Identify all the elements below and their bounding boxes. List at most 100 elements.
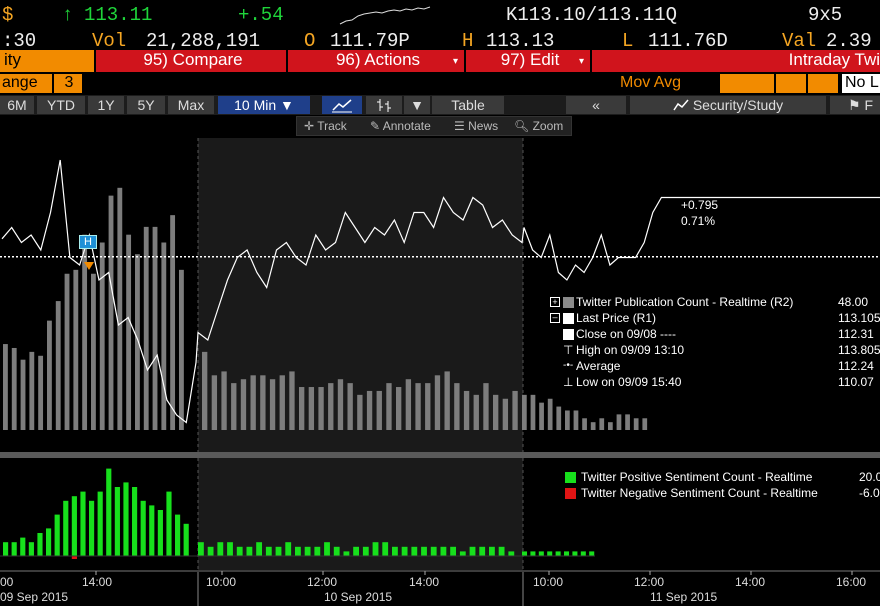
- publication-bar: [530, 394, 536, 430]
- positive-sentiment-bar: [80, 491, 86, 556]
- publication-bar: [357, 394, 363, 430]
- legend-name: High on 09/09 13:10: [576, 343, 685, 357]
- publication-bar: [590, 422, 596, 430]
- publication-bar: [347, 383, 353, 430]
- legend-swatch: [563, 329, 574, 340]
- positive-sentiment-bar: [132, 487, 138, 556]
- publication-bar: [29, 351, 35, 430]
- publication-bar: [250, 375, 256, 430]
- x-tick-label: 00: [0, 575, 14, 589]
- legend-name: Last Price (R1): [576, 311, 657, 325]
- positive-sentiment-bar: [589, 551, 595, 556]
- positive-sentiment-bar: [382, 542, 389, 556]
- positive-sentiment-bar: [564, 551, 570, 556]
- publication-bar: [135, 254, 140, 430]
- publication-bar: [117, 187, 123, 430]
- publication-bar: [633, 418, 639, 430]
- legend-value: -6.0: [859, 486, 880, 500]
- positive-sentiment-bar: [343, 551, 350, 556]
- legend-row-last-price[interactable]: – Last Price (R1) 113.105: [546, 311, 880, 327]
- positive-sentiment-bar: [498, 546, 505, 556]
- publication-bar: [434, 375, 441, 430]
- positive-sentiment-bar: [63, 500, 69, 556]
- x-tick-label: 12:00: [634, 575, 665, 589]
- positive-sentiment-bar: [217, 542, 224, 556]
- positive-sentiment-bar: [236, 546, 243, 556]
- publication-bar: [582, 418, 587, 430]
- positive-sentiment-bar: [479, 546, 486, 556]
- positive-sentiment-bar: [353, 546, 360, 556]
- positive-sentiment-bar: [285, 542, 292, 556]
- positive-sentiment-bar: [275, 546, 282, 556]
- minus-box-icon: –: [550, 313, 560, 323]
- publication-bar: [108, 195, 114, 430]
- positive-sentiment-bar: [246, 546, 253, 556]
- publication-bar: [91, 273, 96, 430]
- publication-bar: [211, 375, 218, 430]
- positive-sentiment-bar: [123, 482, 129, 556]
- publication-bar: [608, 422, 613, 430]
- publication-bar: [38, 355, 44, 430]
- positive-sentiment-bar: [166, 491, 172, 556]
- publication-bar: [502, 398, 509, 430]
- legend-row-publication[interactable]: + Twitter Publication Count - Realtime (…: [546, 295, 880, 311]
- date-label: 09 Sep 2015: [0, 590, 69, 604]
- positive-sentiment-bar: [392, 546, 398, 556]
- positive-sentiment-bar: [11, 542, 17, 556]
- date-label: 10 Sep 2015: [324, 590, 393, 604]
- legend-row-high[interactable]: ⊤ High on 09/09 13:10 113.805: [546, 343, 880, 359]
- publication-bar: [269, 379, 276, 430]
- low-marker-icon: [84, 262, 94, 270]
- positive-sentiment-bar: [314, 546, 321, 556]
- legend-name: Close on 09/08 ----: [576, 327, 677, 341]
- positive-sentiment-bar: [555, 551, 561, 556]
- positive-sentiment-bar: [37, 533, 43, 556]
- legend-row-close[interactable]: Close on 09/08 ---- 112.31: [546, 327, 880, 343]
- publication-bar: [221, 371, 227, 430]
- positive-sentiment-bar: [440, 546, 447, 556]
- publication-bar: [415, 383, 421, 430]
- publication-bar: [161, 242, 167, 430]
- positive-sentiment-bar: [530, 551, 536, 556]
- publication-bar: [512, 390, 518, 430]
- legend-value: 110.07: [838, 375, 874, 389]
- positive-sentiment-bar: [538, 551, 544, 556]
- publication-bar: [565, 410, 570, 430]
- publication-bar: [599, 418, 605, 430]
- legend-swatch: [565, 488, 576, 499]
- positive-sentiment-bar: [89, 500, 95, 556]
- publication-bar: [99, 242, 105, 430]
- legend-name: Twitter Positive Sentiment Count - Realt…: [581, 470, 813, 484]
- positive-sentiment-bar: [140, 500, 146, 556]
- publication-bar: [539, 402, 544, 430]
- positive-sentiment-bar: [372, 542, 379, 556]
- high-line-icon: ⊤: [563, 343, 574, 357]
- publication-bar: [240, 379, 247, 430]
- high-marker[interactable]: H: [79, 235, 97, 249]
- legend-name: Low on 09/09 15:40: [576, 375, 682, 389]
- legend-row-low[interactable]: ⊥ Low on 09/09 15:40 110.07: [546, 375, 880, 391]
- legend-row-average[interactable]: -•- Average 112.24: [546, 359, 880, 375]
- publication-bar: [260, 375, 266, 430]
- legend-value: 113.805: [838, 343, 880, 357]
- positive-sentiment-bar: [227, 542, 233, 556]
- positive-sentiment-bar: [97, 491, 103, 556]
- publication-bar: [573, 410, 579, 430]
- positive-sentiment-bar: [256, 542, 263, 556]
- publication-bar: [493, 394, 499, 430]
- positive-sentiment-bar: [459, 551, 466, 556]
- publication-bar: [64, 273, 70, 430]
- positive-sentiment-bar: [175, 514, 181, 556]
- publication-bar: [20, 359, 26, 430]
- x-tick-label: 14:00: [735, 575, 766, 589]
- panel-separator: [0, 452, 880, 458]
- date-label: 11 Sep 2015: [650, 590, 718, 604]
- positive-sentiment-bar: [265, 546, 272, 556]
- positive-sentiment-bar: [333, 546, 340, 556]
- upper-legend: + Twitter Publication Count - Realtime (…: [546, 294, 880, 390]
- positive-sentiment-bar: [183, 523, 189, 556]
- positive-sentiment-bar: [3, 542, 9, 556]
- legend-value: 112.24: [838, 359, 874, 373]
- x-tick-label: 14:00: [409, 575, 440, 589]
- publication-bar: [47, 320, 52, 430]
